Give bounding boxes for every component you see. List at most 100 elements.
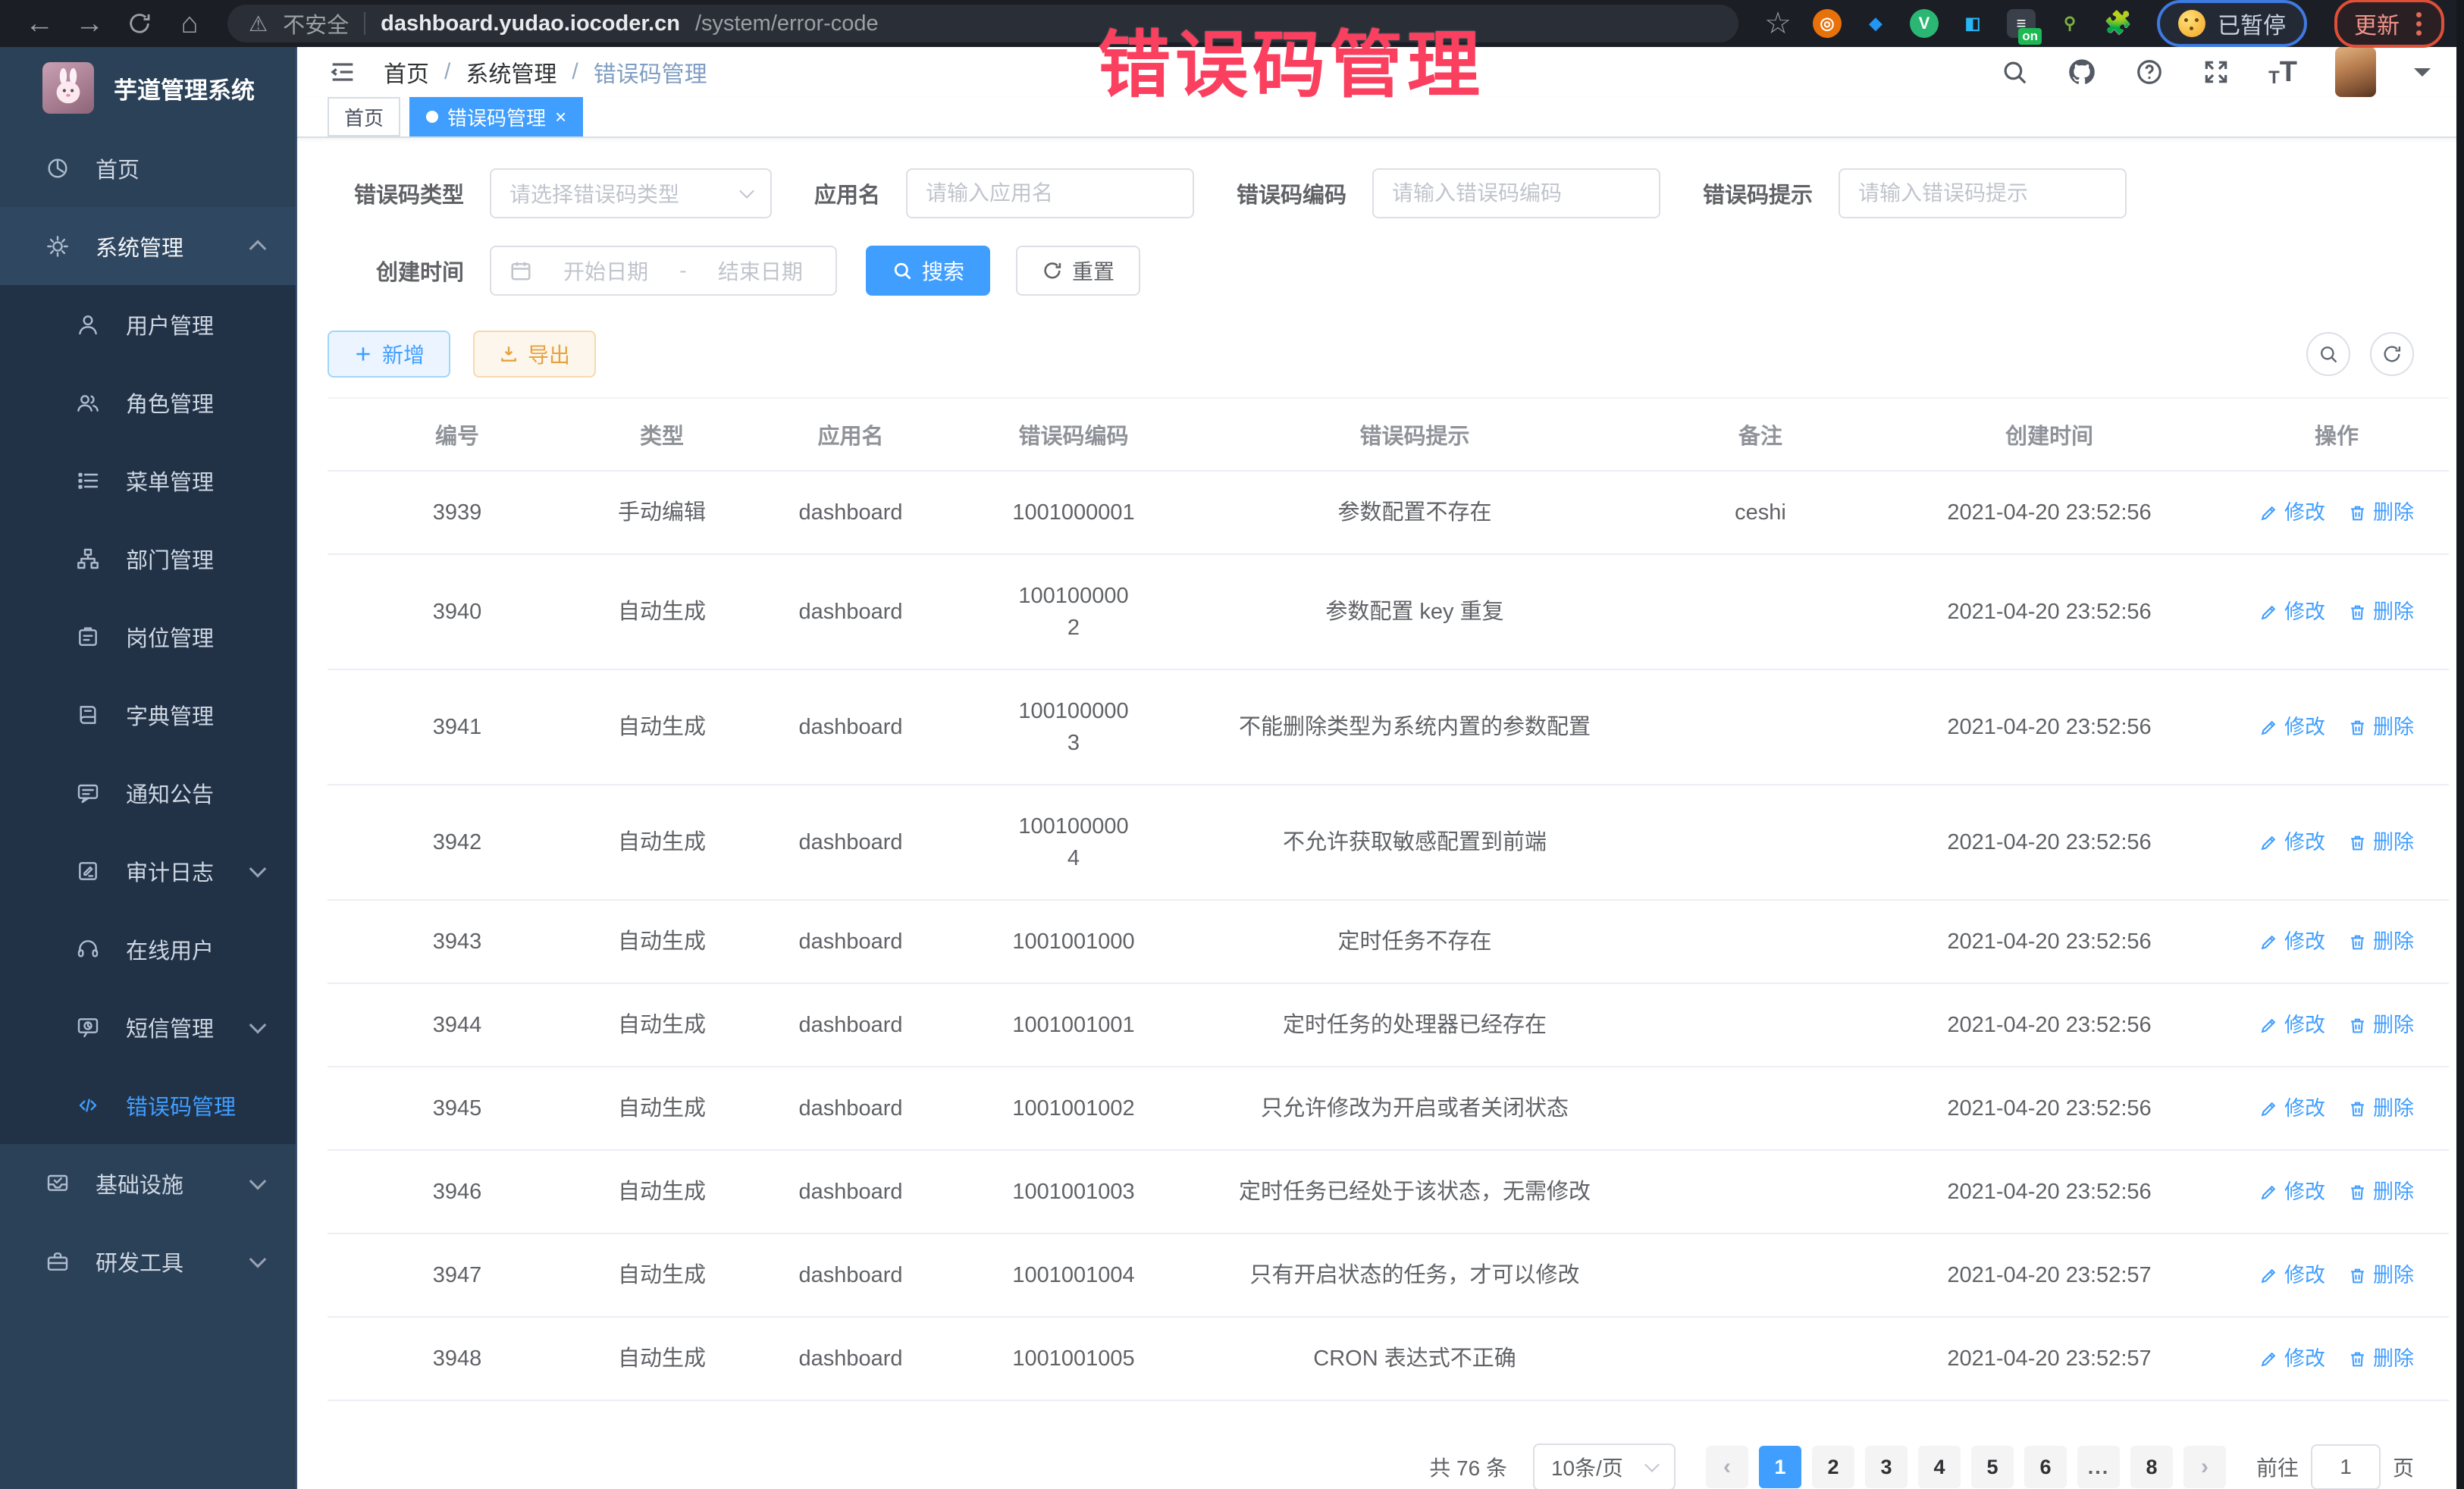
sidebar-item-infrastructure[interactable]: 基础设施: [0, 1144, 296, 1222]
page-button-4[interactable]: 4: [1918, 1446, 1961, 1488]
browser-menu-icon[interactable]: [2416, 21, 2422, 27]
goto-page-input[interactable]: [2311, 1444, 2381, 1489]
search-button[interactable]: 搜索: [866, 246, 990, 296]
sidebar-item-online-users[interactable]: 在线用户: [0, 910, 296, 988]
tab-close-icon[interactable]: ×: [555, 107, 566, 127]
toolbox-icon: [44, 1249, 71, 1274]
github-icon[interactable]: [2067, 57, 2097, 87]
edit-link[interactable]: 修改: [2259, 1009, 2325, 1041]
next-page-button[interactable]: ›: [2183, 1446, 2226, 1488]
error-message-input[interactable]: [1839, 168, 2127, 218]
delete-link[interactable]: 删除: [2348, 826, 2414, 858]
reset-button[interactable]: 重置: [1016, 246, 1140, 296]
delete-link[interactable]: 删除: [2348, 1176, 2414, 1208]
delete-link[interactable]: 删除: [2348, 1009, 2414, 1041]
sidebar-item-departments[interactable]: 部门管理: [0, 519, 296, 597]
sidebar-item-users[interactable]: 用户管理: [0, 285, 296, 363]
table-cell: 2021-04-20 23:52:56: [1874, 686, 2224, 768]
extension-grid-icon[interactable]: ◧: [1958, 9, 1987, 38]
page-button-5[interactable]: 5: [1971, 1446, 2014, 1488]
edit-link[interactable]: 修改: [2259, 1092, 2325, 1124]
browser-forward-button[interactable]: →: [70, 0, 109, 47]
error-type-select[interactable]: 请选择错误码类型: [490, 168, 772, 218]
app-name-input[interactable]: [906, 168, 1194, 218]
delete-link[interactable]: 删除: [2348, 711, 2414, 743]
page-size-select[interactable]: 10条/页: [1533, 1444, 1676, 1489]
search-icon[interactable]: [2000, 58, 2029, 86]
font-size-icon[interactable]: TT: [2268, 56, 2297, 89]
refresh-table-button[interactable]: [2370, 332, 2414, 376]
sidebar-item-error-codes[interactable]: 错误码管理: [0, 1066, 296, 1144]
delete-link[interactable]: 删除: [2348, 1343, 2414, 1375]
browser-home-button[interactable]: ⌂: [170, 0, 209, 47]
table-cell: 3943: [328, 901, 587, 983]
help-icon[interactable]: [2135, 58, 2164, 86]
edit-link[interactable]: 修改: [2259, 596, 2325, 628]
url-host: dashboard.yudao.iocoder.cn: [381, 11, 680, 36]
sidebar-item-home[interactable]: 首页: [0, 129, 296, 207]
page-ellipsis[interactable]: ...: [2077, 1446, 2120, 1488]
sidebar-item-dictionary[interactable]: 字典管理: [0, 676, 296, 754]
user-avatar[interactable]: [2335, 47, 2376, 97]
user-menu-caret-icon[interactable]: [2414, 68, 2431, 85]
table-cell: dashboard: [737, 901, 964, 983]
edit-link[interactable]: 修改: [2259, 926, 2325, 958]
sidebar-item-audit-logs[interactable]: 审计日志: [0, 832, 296, 910]
edit-link[interactable]: 修改: [2259, 711, 2325, 743]
edit-link[interactable]: 修改: [2259, 1176, 2325, 1208]
browser-reload-button[interactable]: [120, 11, 159, 36]
delete-link[interactable]: 删除: [2348, 497, 2414, 528]
delete-link[interactable]: 删除: [2348, 1092, 2414, 1124]
sidebar-collapse-icon[interactable]: [328, 57, 358, 87]
logo-row[interactable]: 芋道管理系统: [0, 47, 296, 129]
page-button-1[interactable]: 1: [1759, 1446, 1801, 1488]
delete-link[interactable]: 删除: [2348, 926, 2414, 958]
table-cell-error-code: 1001001002: [964, 1067, 1183, 1149]
extension-gem-icon[interactable]: ◆: [1861, 9, 1890, 38]
paused-extension-chip[interactable]: 已暂停: [2157, 0, 2307, 47]
page-button-6[interactable]: 6: [2024, 1446, 2067, 1488]
sidebar-item-system[interactable]: 系统管理: [0, 207, 296, 285]
bookmark-star-icon[interactable]: ☆: [1764, 6, 1792, 41]
sidebar-item-menus[interactable]: 菜单管理: [0, 441, 296, 519]
export-button[interactable]: 导出: [473, 331, 596, 378]
sidebar-item-sms[interactable]: 短信管理: [0, 988, 296, 1066]
browser-back-button[interactable]: ←: [20, 0, 59, 47]
toggle-search-button[interactable]: [2306, 332, 2350, 376]
sidebar-item-roles[interactable]: 角色管理: [0, 363, 296, 441]
create-time-range-picker[interactable]: 开始日期 - 结束日期: [490, 246, 837, 296]
extension-key-icon[interactable]: ⚲: [2055, 9, 2084, 38]
breadcrumb-item[interactable]: 系统管理: [466, 55, 556, 89]
extension-list-icon[interactable]: ≡on: [2007, 9, 2036, 38]
tab-home[interactable]: 首页: [328, 97, 400, 136]
page-button-3[interactable]: 3: [1865, 1446, 1908, 1488]
sidebar-item-announcements[interactable]: 通知公告: [0, 754, 296, 832]
page-button-8[interactable]: 8: [2130, 1446, 2173, 1488]
edit-link[interactable]: 修改: [2259, 497, 2325, 528]
browser-address-bar[interactable]: ⚠ 不安全 dashboard.yudao.iocoder.cn /system…: [227, 5, 1738, 42]
delete-link[interactable]: 删除: [2348, 1259, 2414, 1291]
extension-target-icon[interactable]: ◎: [1813, 9, 1842, 38]
edit-link[interactable]: 修改: [2259, 826, 2325, 858]
extension-puzzle-icon[interactable]: 🧩: [2104, 9, 2133, 38]
table-cell: 定时任务不存在: [1183, 901, 1647, 983]
error-code-input[interactable]: [1372, 168, 1660, 218]
add-button[interactable]: 新增: [328, 331, 450, 378]
filter-label-create-time: 创建时间: [328, 255, 464, 287]
tab-error-code[interactable]: 错误码管理×: [409, 97, 583, 136]
active-tab-dot: [426, 111, 438, 123]
sidebar-item-dev-tools[interactable]: 研发工具: [0, 1222, 296, 1300]
column-header: 编号: [328, 399, 587, 470]
edit-link[interactable]: 修改: [2259, 1259, 2325, 1291]
fullscreen-icon[interactable]: [2202, 58, 2230, 86]
delete-link[interactable]: 删除: [2348, 596, 2414, 628]
extension-vue-icon[interactable]: V: [1910, 9, 1939, 38]
breadcrumb-item[interactable]: 首页: [384, 55, 429, 89]
table-cell: 3941: [328, 686, 587, 768]
edit-link[interactable]: 修改: [2259, 1343, 2325, 1375]
browser-update-button[interactable]: 更新: [2334, 0, 2444, 48]
sidebar-item-positions[interactable]: 岗位管理: [0, 597, 296, 676]
page-button-2[interactable]: 2: [1812, 1446, 1854, 1488]
prev-page-button[interactable]: ‹: [1706, 1446, 1748, 1488]
edit-label: 修改: [2284, 1259, 2325, 1291]
